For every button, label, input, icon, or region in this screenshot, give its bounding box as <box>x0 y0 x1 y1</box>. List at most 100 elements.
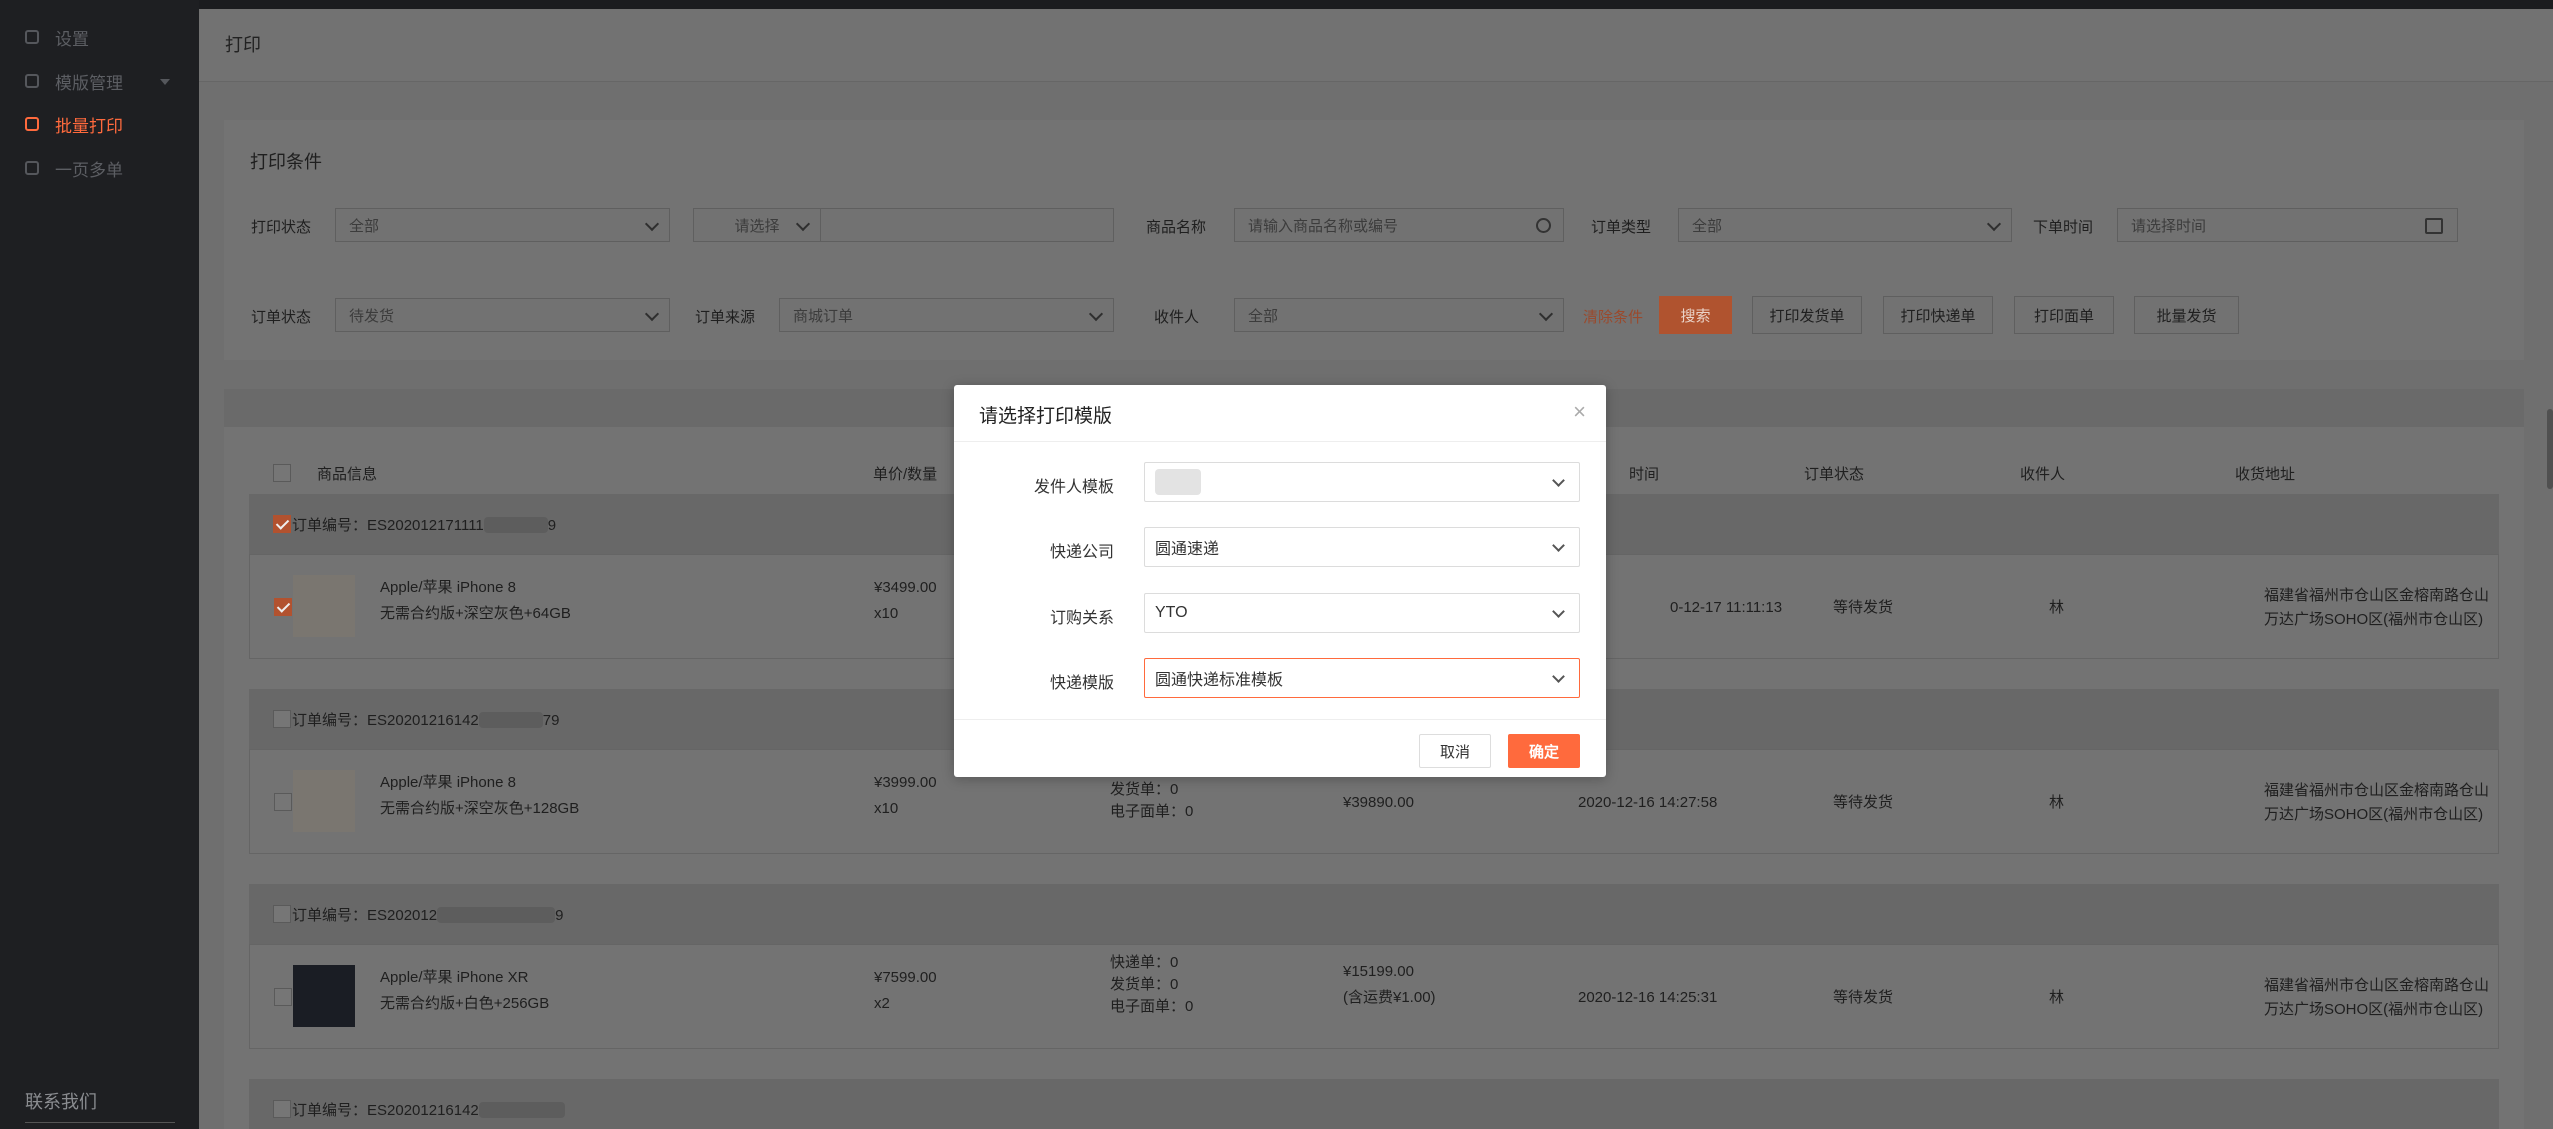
order-status: 等待发货 <box>1833 989 1894 1006</box>
order-number: 订单编号：ES20201216142 <box>292 1099 565 1120</box>
redacted-blur <box>483 517 548 533</box>
order-number-text: 订单编号：ES20201216142 <box>292 1102 479 1119</box>
address-line: 万达广场SOHO区(福州市仓山区) <box>2264 611 2484 628</box>
select-value: 待发货 <box>349 307 395 325</box>
select-value: 圆通速递 <box>1155 541 1220 558</box>
express-company-select[interactable]: 圆通速递 <box>1144 527 1580 567</box>
address-line: 万达广场SOHO区(福州市仓山区) <box>2264 806 2484 823</box>
order-time-picker[interactable]: 请选择时间 <box>2117 208 2458 242</box>
waybill-count: 电子面单：0 <box>1110 803 1194 820</box>
order-type-select[interactable]: 全部 <box>1678 208 2012 242</box>
order-source-label: 订单来源 <box>695 309 756 326</box>
unit-price: ¥3499.00 <box>874 579 937 596</box>
select-all-checkbox[interactable] <box>273 464 291 482</box>
receiver-select[interactable]: 全部 <box>1234 298 1564 332</box>
chevron-down-icon <box>644 216 660 232</box>
order-time-label: 下单时间 <box>2033 219 2094 236</box>
chevron-down-icon <box>1552 474 1565 487</box>
sender-template-select[interactable] <box>1144 462 1580 502</box>
quantity: x10 <box>874 605 899 622</box>
select-value: 圆通快递标准模板 <box>1155 672 1284 689</box>
sidebar-item-label: 设置 <box>55 29 89 49</box>
waybill-count: 电子面单：0 <box>1110 998 1194 1015</box>
print-template-dialog: 请选择打印模版 × 发件人模板 快递公司 圆通速递 订购关系 YTO 快递模版 … <box>954 385 1606 777</box>
order-number-text: 订单编号：ES202012171111 <box>292 517 484 534</box>
sidebar-item-label: 模版管理 <box>55 73 123 93</box>
order-relation-select[interactable]: YTO <box>1144 593 1580 633</box>
page-title: 打印 <box>225 35 261 55</box>
order-checkbox[interactable] <box>273 710 291 728</box>
order-time: 2020-12-16 14:27:58 <box>1578 794 1718 811</box>
order-type-label: 订单类型 <box>1591 219 1652 236</box>
redacted-blur <box>1155 469 1201 495</box>
quantity: x10 <box>874 800 899 817</box>
order-checkbox[interactable] <box>273 1100 291 1118</box>
select-value: 全部 <box>349 217 380 235</box>
dialog-title: 请选择打印模版 <box>979 406 1113 427</box>
print-conditions-panel: 打印条件 打印状态 全部 请选择 商品名称 请输入商品名称或编号 订单类型 全部… <box>224 120 2524 360</box>
print-waybill-button[interactable]: 打印面单 <box>2014 296 2114 334</box>
order-relation-label: 订购关系 <box>1049 610 1114 627</box>
sidebar-item-settings[interactable]: 设置 <box>0 17 199 57</box>
input-placeholder: 请输入商品名称或编号 <box>1248 217 1399 235</box>
express-company-label: 快递公司 <box>1049 544 1114 561</box>
chevron-down-icon <box>1552 670 1565 683</box>
product-spec: 无需合约版+白色+256GB <box>380 995 550 1012</box>
column-header: 收货地址 <box>2235 466 2296 483</box>
select-placeholder: 请选择 <box>734 217 780 235</box>
order-checkbox[interactable] <box>273 515 291 533</box>
order-source-select[interactable]: 商城订单 <box>779 298 1114 332</box>
address-line: 万达广场SOHO区(福州市仓山区) <box>2264 1001 2484 1018</box>
order-number-text: 订单编号：ES202012 <box>292 907 438 924</box>
print-status-select[interactable]: 全部 <box>335 208 670 242</box>
clear-conditions-link[interactable]: 清除条件 <box>1583 306 1643 327</box>
cancel-button[interactable]: 取消 <box>1419 734 1491 768</box>
order-header: 订单编号：ES202012 9 <box>249 884 2499 944</box>
order-number-tail: 9 <box>547 517 557 534</box>
order-time: 0-12-17 11:11:13 <box>1670 599 1783 616</box>
search-icon[interactable] <box>1536 218 1551 233</box>
product-name: Apple/苹果 iPhone 8 <box>380 774 516 791</box>
receiver: 林 <box>2049 599 2065 616</box>
express-template-select[interactable]: 圆通快递标准模板 <box>1144 658 1580 698</box>
print-express-button[interactable]: 打印快递单 <box>1883 296 1993 334</box>
sidebar-item-multi-order[interactable]: 一页多单 <box>0 148 199 188</box>
select-value: 商城订单 <box>793 307 854 325</box>
product-thumbnail <box>293 575 355 637</box>
print-status-label: 打印状态 <box>251 219 312 236</box>
chevron-down-icon <box>1986 216 2002 232</box>
grid-icon <box>25 74 39 88</box>
search-keyword-input[interactable] <box>820 208 1114 242</box>
select-value: 全部 <box>1692 217 1723 235</box>
sidebar-item-template-management[interactable]: 模版管理 <box>0 61 199 101</box>
print-shipping-list-button[interactable]: 打印发货单 <box>1752 296 1862 334</box>
sidebar: 设置 模版管理 批量打印 一页多单 联系我们 <box>0 0 199 1129</box>
scrollbar[interactable] <box>2547 409 2553 489</box>
order-checkbox[interactable] <box>273 905 291 923</box>
batch-ship-button[interactable]: 批量发货 <box>2134 296 2239 334</box>
confirm-button[interactable]: 确定 <box>1508 734 1580 768</box>
sidebar-item-batch-print[interactable]: 批量打印 <box>0 104 199 144</box>
select-value: YTO <box>1155 604 1188 621</box>
product-spec: 无需合约版+深空灰色+128GB <box>380 800 580 817</box>
product-name-input[interactable]: 请输入商品名称或编号 <box>1234 208 1564 242</box>
receiver: 林 <box>2049 989 2065 1006</box>
gear-icon <box>25 30 39 44</box>
column-header: 时间 <box>1629 466 1660 483</box>
row-checkbox[interactable] <box>274 793 292 811</box>
row-checkbox[interactable] <box>274 598 292 616</box>
search-button[interactable]: 搜索 <box>1659 296 1732 334</box>
row-checkbox[interactable] <box>274 988 292 1006</box>
product-thumbnail <box>293 965 355 1027</box>
calendar-icon <box>2425 218 2443 234</box>
chevron-down-icon <box>160 79 170 85</box>
contact-us-link[interactable]: 联系我们 <box>25 1088 97 1114</box>
order-total: ¥39890.00 <box>1343 794 1414 811</box>
order-number-text: 订单编号：ES20201216142 <box>292 712 479 729</box>
search-type-select[interactable]: 请选择 <box>693 208 821 242</box>
order-number: 订单编号：ES202012171111 9 <box>292 514 556 535</box>
column-header: 商品信息 <box>317 466 378 483</box>
order-status-select[interactable]: 待发货 <box>335 298 670 332</box>
chevron-down-icon <box>1552 605 1565 618</box>
close-icon[interactable]: × <box>1573 401 1586 423</box>
